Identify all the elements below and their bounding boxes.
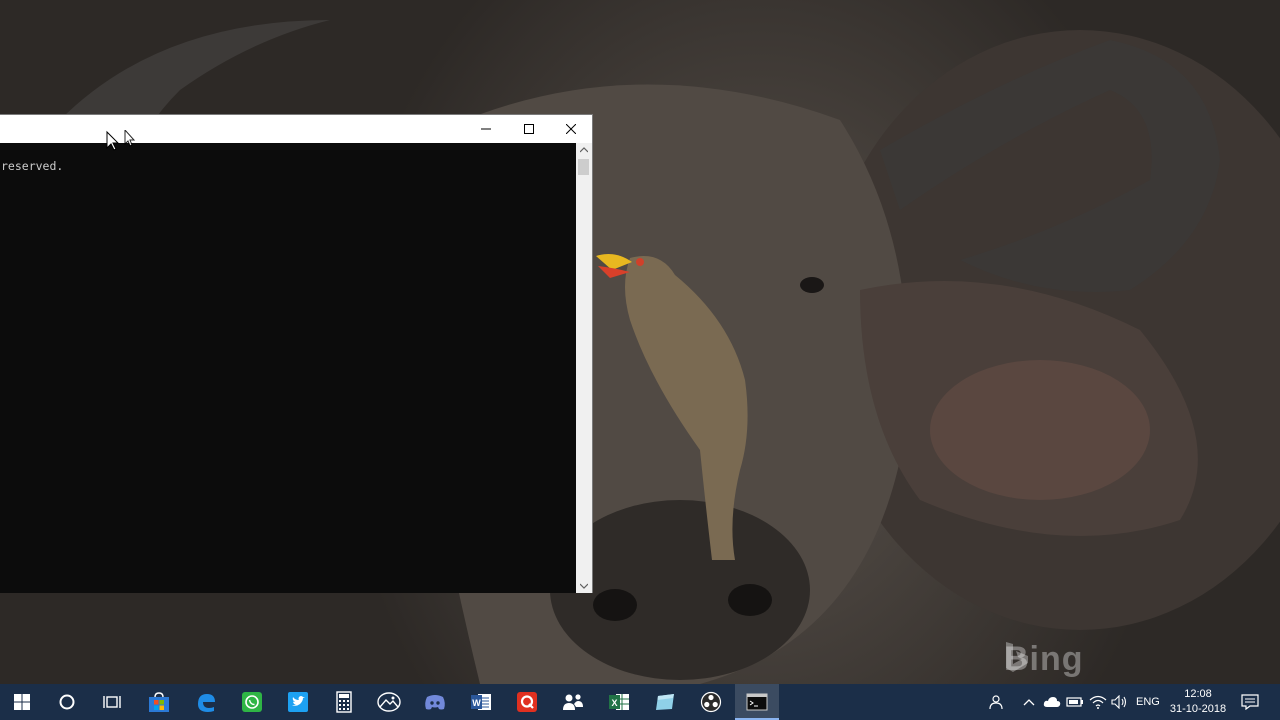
window-titlebar[interactable] [0,115,592,143]
edge-button[interactable] [184,684,228,720]
windows-logo-icon [14,694,30,710]
edge-icon [198,694,215,712]
close-icon [565,124,576,134]
photos-icon [377,692,401,712]
close-button[interactable] [549,115,592,143]
scroll-up-button[interactable] [576,143,592,157]
chevron-up-icon [1023,699,1035,706]
console-line: reserved. [1,159,64,173]
vertical-scrollbar[interactable] [576,143,592,593]
action-center-button[interactable] [1238,684,1262,720]
task-view-icon [103,696,121,708]
wifi-tray-button[interactable] [1088,684,1108,720]
volume-tray-button[interactable] [1110,684,1130,720]
obs-icon [700,691,722,713]
wifi-icon [1089,695,1107,709]
quickheal-button[interactable] [505,684,549,720]
battery-tray-button[interactable] [1065,684,1085,720]
minimize-icon [480,128,491,130]
cmd-icon [746,693,768,711]
speaker-icon [1111,695,1127,709]
store-bag-icon [149,692,169,712]
notes-icon [656,694,674,710]
onedrive-tray-button[interactable] [1042,684,1062,720]
person-icon [989,695,1003,710]
q-icon [517,692,537,712]
microsoft-store-button[interactable] [137,684,181,720]
excel-button[interactable]: X [597,684,641,720]
input-language-indicator[interactable]: ENG [1136,684,1160,720]
people-button[interactable] [551,684,595,720]
whatsapp-icon [242,692,262,712]
cloud-icon [1043,697,1061,707]
battery-icon [1066,697,1083,707]
cortana-circle-icon [59,694,75,710]
people-tray-button[interactable] [986,684,1006,720]
command-prompt-taskbar-button[interactable] [735,684,779,720]
word-icon: W [471,694,491,710]
chevron-down-icon [580,583,588,589]
mouse-cursor-icon [106,130,136,151]
word-button[interactable]: W [459,684,503,720]
start-button[interactable] [0,684,44,720]
obs-button[interactable] [689,684,733,720]
whatsapp-button[interactable] [230,684,274,720]
show-hidden-icons-button[interactable] [1021,684,1037,720]
scroll-down-button[interactable] [576,579,592,593]
scroll-thumb[interactable] [578,159,589,175]
taskbar: W X ENG 12:08 31-10-2018 [0,684,1280,720]
discord-button[interactable] [413,684,457,720]
discord-icon [425,695,445,710]
svg-text:W: W [472,698,481,708]
bing-watermark: Bing [1004,640,1084,679]
chevron-up-icon [580,147,588,153]
command-prompt-window[interactable]: reserved. [0,114,593,593]
minimize-button[interactable] [464,115,507,143]
photos-button[interactable] [367,684,411,720]
calculator-icon [336,691,352,713]
people-icon [563,694,583,710]
maximize-button[interactable] [507,115,550,143]
task-view-button[interactable] [90,684,134,720]
notes-button[interactable] [643,684,687,720]
console-output[interactable]: reserved. [0,143,576,593]
cortana-button[interactable] [45,684,89,720]
excel-icon: X [609,694,629,710]
taskbar-clock[interactable]: 12:08 31-10-2018 [1166,687,1230,717]
twitter-button[interactable] [276,684,320,720]
clock-date: 31-10-2018 [1169,703,1227,715]
notification-icon [1241,694,1259,710]
svg-text:X: X [611,698,617,708]
clock-time: 12:08 [1184,688,1212,700]
twitter-icon [288,692,308,712]
calculator-button[interactable] [322,684,366,720]
bing-logo-icon [1006,642,1028,672]
maximize-icon [523,124,534,134]
